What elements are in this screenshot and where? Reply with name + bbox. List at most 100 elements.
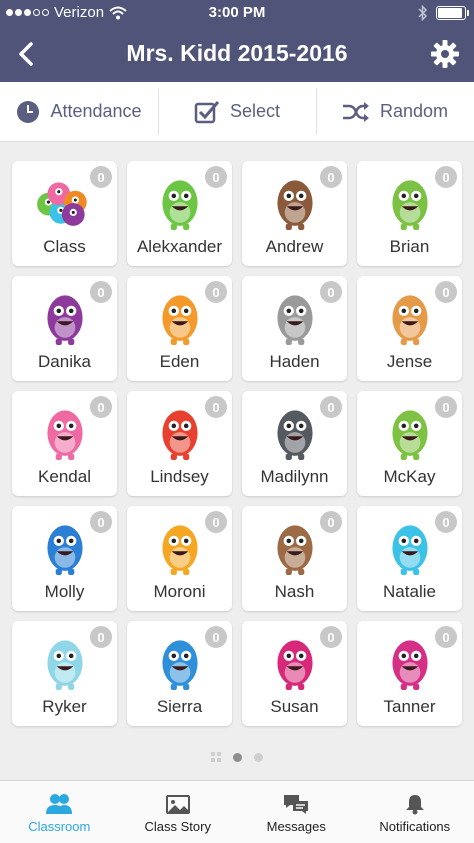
tab-notifications[interactable]: Notifications bbox=[356, 781, 474, 843]
student-name: Brian bbox=[389, 237, 430, 256]
grid-view-icon[interactable] bbox=[211, 752, 221, 762]
gear-icon bbox=[431, 40, 459, 68]
action-toolbar: Attendance Select Random bbox=[0, 82, 474, 142]
student-name: Lindsey bbox=[150, 467, 209, 486]
checkbox-icon bbox=[194, 100, 220, 123]
student-name: McKay bbox=[383, 467, 436, 486]
student-card[interactable]: 0 Danika bbox=[12, 276, 117, 381]
page-dot-active[interactable] bbox=[233, 752, 242, 762]
points-badge: 0 bbox=[435, 281, 457, 303]
class-group-avatar bbox=[36, 182, 87, 226]
student-card[interactable]: 0 Madilynn bbox=[242, 391, 347, 496]
student-card[interactable]: 0 Molly bbox=[12, 506, 117, 611]
monster-avatar bbox=[276, 410, 313, 460]
student-name: Sierra bbox=[156, 697, 203, 716]
student-name: Andrew bbox=[265, 237, 324, 256]
clock-icon bbox=[17, 100, 40, 123]
nav-header: Mrs. Kidd 2015-2016 bbox=[0, 26, 474, 82]
student-card[interactable]: 0 Lindsey bbox=[127, 391, 232, 496]
student-card[interactable]: 0 Sierra bbox=[127, 621, 232, 726]
points-badge: 0 bbox=[205, 626, 227, 648]
points-badge: 0 bbox=[205, 281, 227, 303]
points-badge: 0 bbox=[435, 511, 457, 533]
tab-class-story-label: Class Story bbox=[144, 819, 211, 834]
student-name: Class bbox=[43, 237, 86, 256]
points-badge: 0 bbox=[320, 511, 342, 533]
page-dot[interactable] bbox=[254, 752, 263, 762]
student-name: Nash bbox=[274, 582, 315, 601]
points-badge: 0 bbox=[320, 626, 342, 648]
student-name: Eden bbox=[159, 352, 200, 371]
student-card[interactable]: 0 Tanner bbox=[357, 621, 462, 726]
points-badge: 0 bbox=[320, 396, 342, 418]
points-badge: 0 bbox=[90, 396, 112, 418]
monster-avatar bbox=[391, 410, 428, 460]
tab-class-story[interactable]: Class Story bbox=[119, 781, 238, 843]
student-card[interactable]: 0 Ryker bbox=[12, 621, 117, 726]
student-card[interactable]: 0 Moroni bbox=[127, 506, 232, 611]
student-card[interactable]: 0 Alekxander bbox=[127, 161, 232, 266]
student-card[interactable]: 0 Haden bbox=[242, 276, 347, 381]
student-name: Natalie bbox=[383, 582, 436, 601]
tab-notifications-label: Notifications bbox=[379, 819, 451, 834]
tab-bar: Classroom Class Story Messages Notificat… bbox=[0, 780, 474, 843]
battery-icon bbox=[436, 6, 469, 20]
tab-messages[interactable]: Messages bbox=[237, 781, 356, 843]
monster-avatar bbox=[46, 410, 83, 460]
student-card[interactable]: 0 Class bbox=[12, 161, 117, 266]
tab-classroom[interactable]: Classroom bbox=[0, 781, 119, 843]
monster-avatar bbox=[391, 295, 428, 345]
bluetooth-icon bbox=[418, 5, 428, 21]
tab-messages-label: Messages bbox=[266, 819, 326, 834]
page-title: Mrs. Kidd 2015-2016 bbox=[126, 40, 348, 66]
monster-avatar bbox=[276, 640, 313, 690]
page-indicator bbox=[0, 752, 474, 762]
back-button[interactable] bbox=[8, 36, 44, 72]
student-name: Tanner bbox=[383, 697, 436, 716]
student-name: Molly bbox=[44, 582, 85, 601]
select-button[interactable]: Select bbox=[158, 82, 316, 141]
student-card[interactable]: 0 Natalie bbox=[357, 506, 462, 611]
monster-avatar bbox=[276, 525, 313, 575]
attendance-button[interactable]: Attendance bbox=[0, 82, 158, 141]
student-card[interactable]: 0 Susan bbox=[242, 621, 347, 726]
status-bar: Verizon 3:00 PM bbox=[0, 0, 474, 26]
points-badge: 0 bbox=[90, 166, 112, 188]
shuffle-icon bbox=[342, 101, 369, 122]
notifications-icon bbox=[405, 795, 424, 815]
settings-button[interactable] bbox=[428, 37, 462, 71]
student-card[interactable]: 0 Andrew bbox=[242, 161, 347, 266]
monster-avatar bbox=[161, 525, 198, 575]
points-badge: 0 bbox=[205, 166, 227, 188]
monster-avatar bbox=[46, 640, 83, 690]
student-card[interactable]: 0 Nash bbox=[242, 506, 347, 611]
chevron-left-icon bbox=[19, 42, 33, 66]
monster-avatar bbox=[161, 295, 198, 345]
student-name: Susan bbox=[270, 697, 319, 716]
monster-avatar bbox=[161, 410, 198, 460]
student-card[interactable]: 0 Jense bbox=[357, 276, 462, 381]
monster-avatar bbox=[391, 180, 428, 230]
monster-avatar bbox=[161, 640, 198, 690]
points-badge: 0 bbox=[205, 396, 227, 418]
points-badge: 0 bbox=[320, 281, 342, 303]
attendance-label: Attendance bbox=[50, 101, 142, 121]
tab-classroom-label: Classroom bbox=[28, 819, 91, 834]
points-badge: 0 bbox=[320, 166, 342, 188]
monster-avatar bbox=[161, 180, 198, 230]
points-badge: 0 bbox=[435, 396, 457, 418]
student-name: Haden bbox=[269, 352, 320, 371]
student-card[interactable]: 0 Kendal bbox=[12, 391, 117, 496]
student-card[interactable]: 0 Brian bbox=[357, 161, 462, 266]
monster-avatar bbox=[46, 525, 83, 575]
student-name: Danika bbox=[38, 352, 91, 371]
student-card[interactable]: 0 Eden bbox=[127, 276, 232, 381]
points-badge: 0 bbox=[435, 626, 457, 648]
status-right bbox=[418, 5, 469, 21]
student-card[interactable]: 0 McKay bbox=[357, 391, 462, 496]
class-story-icon bbox=[165, 795, 190, 814]
student-name: Moroni bbox=[153, 582, 206, 601]
student-name: Alekxander bbox=[136, 237, 223, 256]
random-button[interactable]: Random bbox=[316, 82, 474, 141]
monster-avatar bbox=[391, 640, 428, 690]
